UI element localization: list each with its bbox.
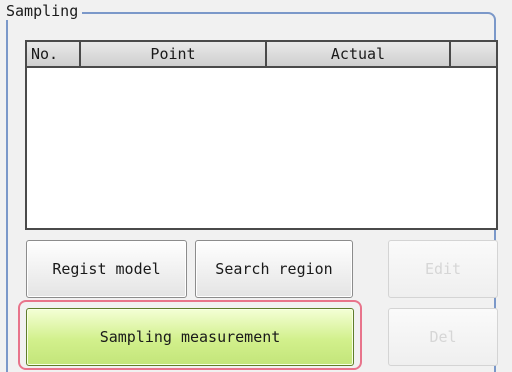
column-header-point[interactable]: Point [81,42,267,66]
sampling-group-title: Sampling [4,2,83,20]
column-header-extra[interactable] [451,42,496,66]
sampling-measurement-button[interactable]: Sampling measurement [26,308,354,366]
edit-button[interactable]: Edit [388,240,498,298]
sampling-table[interactable]: No. Point Actual [25,40,498,230]
regist-model-button[interactable]: Regist model [26,240,187,298]
column-header-actual[interactable]: Actual [267,42,451,66]
column-header-no[interactable]: No. [27,42,81,66]
table-header: No. Point Actual [27,42,496,68]
del-button[interactable]: Del [388,308,498,366]
search-region-button[interactable]: Search region [195,240,353,298]
table-body[interactable] [27,68,496,228]
